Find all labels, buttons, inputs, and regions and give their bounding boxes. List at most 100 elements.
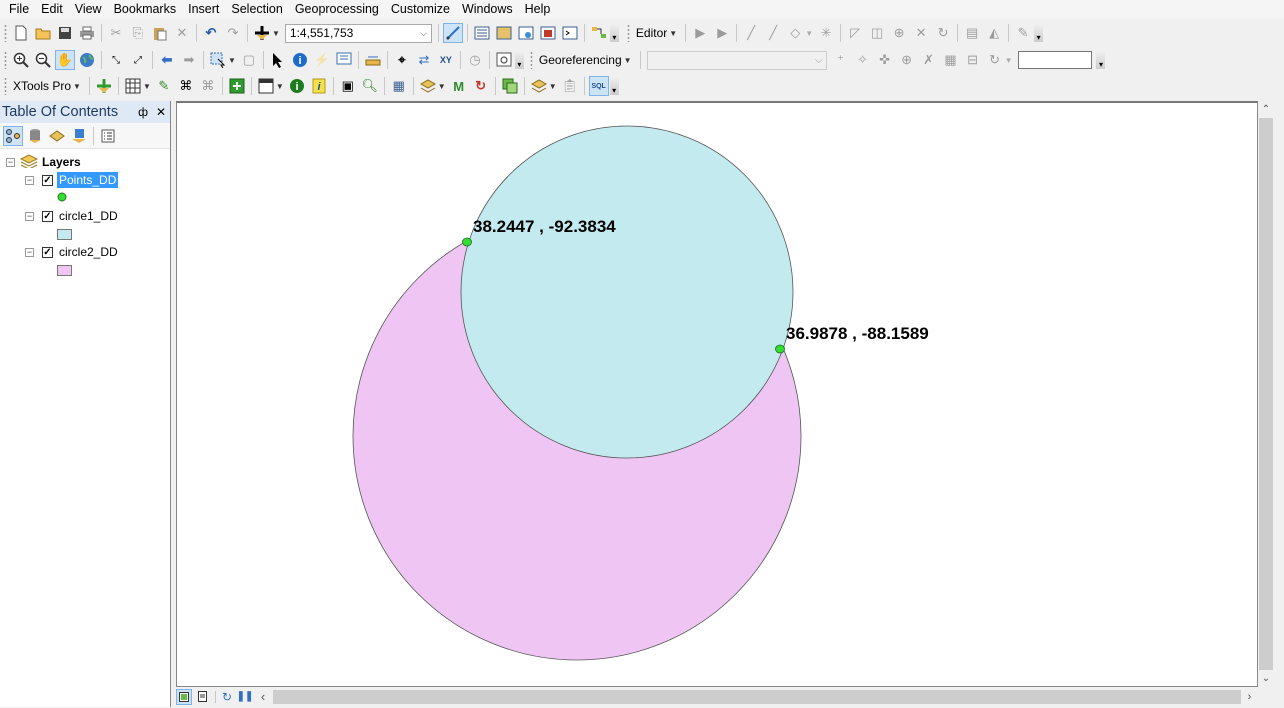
pan-hand-icon[interactable]: ✋ xyxy=(55,50,75,70)
pause-drawing-icon[interactable]: ❚❚ xyxy=(237,689,254,705)
zoom-in-icon[interactable] xyxy=(11,50,31,70)
editor-toolbar-icon[interactable] xyxy=(442,23,463,43)
close-icon[interactable]: ✕ xyxy=(156,105,166,119)
georeferencing-menu-button[interactable]: Georeferencing ▼ xyxy=(536,53,637,67)
convert-tool-icon[interactable]: ↻ xyxy=(471,76,491,96)
menu-file[interactable]: File xyxy=(3,1,35,18)
point-feature[interactable] xyxy=(775,344,785,354)
redo-icon[interactable]: ↷ xyxy=(223,23,243,43)
layer-name[interactable]: circle1_DD xyxy=(57,208,120,224)
chevron-down-icon[interactable]: ▼ xyxy=(549,82,557,91)
zoom-out-icon[interactable] xyxy=(33,50,53,70)
measure-ruler-icon[interactable] xyxy=(363,50,383,70)
toolbar-overflow-icon[interactable]: ▾ xyxy=(609,24,619,42)
menu-windows[interactable]: Windows xyxy=(456,1,519,18)
overlay-icon[interactable] xyxy=(500,76,520,96)
add-data-dropdown-icon[interactable]: ▼ xyxy=(272,29,280,38)
georeferencing-layer-combobox[interactable]: ⌵ xyxy=(646,50,827,70)
hyperlink-lightning-icon[interactable]: ⚡ xyxy=(312,50,332,70)
create-viewer-window-icon[interactable] xyxy=(494,50,514,70)
model-builder-icon[interactable] xyxy=(589,23,609,43)
zoom-to-layer-icon[interactable]: 🔍︎ xyxy=(360,76,380,96)
cut-polygons-icon[interactable]: ◫ xyxy=(867,23,887,43)
layers-root[interactable]: − Layers xyxy=(0,153,170,171)
scroll-down-icon[interactable]: ⌄ xyxy=(1259,670,1273,687)
chevron-down-icon[interactable]: ▼ xyxy=(276,82,284,91)
pin-icon[interactable]: ф xyxy=(138,105,148,119)
layer-row-circle2-dd[interactable]: − ✓ circle2_DD xyxy=(0,243,170,261)
toolbar-overflow-icon[interactable]: ▾ xyxy=(609,77,619,95)
refresh-icon[interactable]: ↻ xyxy=(219,689,235,705)
auto-registration-icon[interactable]: ✧ xyxy=(853,50,873,70)
layer-group-icon[interactable] xyxy=(529,76,549,96)
toolbar-overflow-icon[interactable]: ▾ xyxy=(1096,51,1106,69)
layer-name[interactable]: Points_DD xyxy=(57,172,119,188)
find-route-icon[interactable]: ⇄ xyxy=(414,50,434,70)
add-field-icon[interactable] xyxy=(227,76,247,96)
collapse-icon[interactable]: − xyxy=(25,247,34,257)
xtools-convert-icon[interactable]: ⌘ xyxy=(176,76,196,96)
sql-query-icon[interactable]: SQL xyxy=(588,76,609,96)
menu-geoprocessing[interactable]: Geoprocessing xyxy=(289,1,385,18)
toolbar-grip[interactable] xyxy=(4,51,7,69)
go-forward-arrow-icon[interactable]: ➡ xyxy=(179,50,199,70)
construction-tools-icon[interactable]: ◇ xyxy=(785,23,805,43)
fixed-zoom-in-icon[interactable]: ⤡ xyxy=(106,50,126,70)
print-icon[interactable] xyxy=(77,23,97,43)
rotation-input[interactable] xyxy=(1018,51,1093,69)
view-link-table-icon[interactable]: ▦ xyxy=(941,50,961,70)
fixed-zoom-out-icon[interactable]: ⤢ xyxy=(128,50,148,70)
chevron-down-icon[interactable]: ▼ xyxy=(438,82,446,91)
edit-tool-icon[interactable]: ▶ xyxy=(690,23,710,43)
menu-view[interactable]: View xyxy=(69,1,108,18)
layer-name[interactable]: circle2_DD xyxy=(57,244,120,260)
menu-bookmarks[interactable]: Bookmarks xyxy=(108,1,183,18)
layer-properties-icon[interactable]: ▣ xyxy=(338,76,358,96)
straight-segment-icon[interactable]: ╱ xyxy=(741,23,761,43)
xtools-shape-icon[interactable]: ⌘ xyxy=(198,76,218,96)
select-elements-pointer-icon[interactable] xyxy=(268,50,288,70)
search-window-icon[interactable] xyxy=(516,23,536,43)
circle1-polygon[interactable] xyxy=(460,125,794,459)
find-binoculars-icon[interactable]: ⌖ xyxy=(392,50,412,70)
layer-visibility-checkbox[interactable]: ✓ xyxy=(42,246,53,258)
layer-row-circle1-dd[interactable]: − ✓ circle1_DD xyxy=(0,207,170,225)
catalog-window-icon[interactable] xyxy=(494,23,514,43)
add-data-icon[interactable] xyxy=(252,23,272,43)
collapse-icon[interactable]: − xyxy=(6,157,15,167)
model-script-icon[interactable]: M xyxy=(449,76,469,96)
toolbar-grip[interactable] xyxy=(529,51,533,69)
menu-help[interactable]: Help xyxy=(519,1,557,18)
new-document-icon[interactable] xyxy=(11,23,31,43)
rotate-icon[interactable]: ↻ xyxy=(933,23,953,43)
point-feature[interactable] xyxy=(462,237,472,247)
menu-selection[interactable]: Selection xyxy=(225,1,288,18)
vertical-scrollbar[interactable]: ⌃ ⌄ xyxy=(1259,101,1273,687)
menu-insert[interactable]: Insert xyxy=(182,1,225,18)
html-popup-icon[interactable] xyxy=(334,50,354,70)
toolbar-grip[interactable] xyxy=(4,24,7,42)
scroll-up-icon[interactable]: ⌃ xyxy=(1259,101,1273,118)
chevron-down-icon[interactable]: ▼ xyxy=(1005,56,1013,65)
menu-customize[interactable]: Customize xyxy=(385,1,456,18)
create-features-icon[interactable]: ✎ xyxy=(1013,23,1033,43)
full-extent-globe-icon[interactable] xyxy=(77,50,97,70)
copy-icon[interactable]: ⎘ xyxy=(128,23,148,43)
calculator-icon[interactable]: ▦ xyxy=(389,76,409,96)
table-of-contents-window-icon[interactable] xyxy=(472,23,492,43)
toolbar-grip[interactable] xyxy=(626,24,630,42)
identify-icon[interactable]: i xyxy=(290,50,310,70)
list-by-drawing-order-icon[interactable] xyxy=(3,125,23,146)
sketch-properties-icon[interactable]: ◭ xyxy=(984,23,1004,43)
undo-icon[interactable]: ↶ xyxy=(201,23,221,43)
zoom-to-link-icon[interactable]: ⊕ xyxy=(897,50,917,70)
go-to-xy-icon[interactable]: XY xyxy=(436,50,456,70)
chevron-down-icon[interactable]: ▼ xyxy=(228,56,236,65)
split-tool-icon[interactable]: ⊕ xyxy=(889,23,909,43)
edit-annotation-tool-icon[interactable]: ▶ xyxy=(712,23,732,43)
info-green-icon[interactable]: i xyxy=(287,76,307,96)
options-icon[interactable] xyxy=(98,126,118,146)
attributes-icon[interactable]: ▤ xyxy=(962,23,982,43)
paste-icon[interactable] xyxy=(150,23,170,43)
layer-stack-icon[interactable] xyxy=(418,76,438,96)
